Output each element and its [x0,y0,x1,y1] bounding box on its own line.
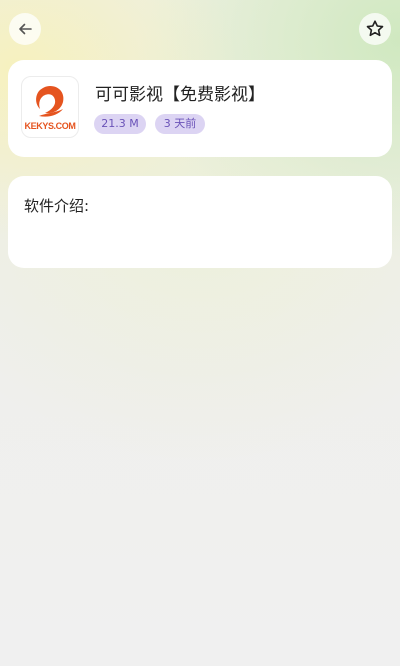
kekys-logo-icon [36,86,64,117]
intro-label: 软件介绍: [24,197,90,215]
app-info-card: KEKYS.COM 可可影视【免费影视】 21.3 M 3 天前 [8,60,392,157]
favorite-button[interactable] [359,13,391,45]
intro-card: 软件介绍: [8,176,392,268]
star-outline-icon [365,19,385,39]
app-logo[interactable]: KEKYS.COM [21,76,79,138]
back-button[interactable] [9,13,41,45]
logo-text: KEKYS.COM [24,121,76,131]
arrow-left-icon [16,20,34,38]
size-badge: 21.3 M [94,114,146,134]
updated-badge: 3 天前 [155,114,205,134]
app-title: 可可影视【免费影视】 [95,85,265,105]
